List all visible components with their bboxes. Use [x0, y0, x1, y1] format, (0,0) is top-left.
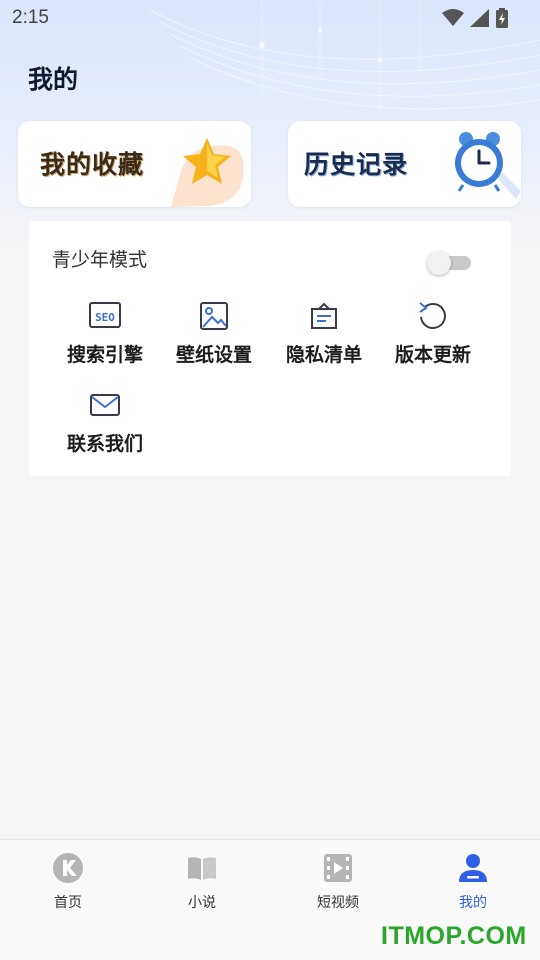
status-bar: 2:15 [0, 0, 540, 36]
seo-icon: SEO [89, 302, 121, 328]
battery-icon [496, 8, 508, 28]
settings-panel: 青少年模式 SEO 搜索引擎 壁纸设置 隐私清单 版本更新 联系我们 [29, 221, 511, 476]
nav-label: 我的 [459, 895, 487, 911]
version-update-button[interactable]: 版本更新 [378, 300, 488, 367]
grid-label: 版本更新 [394, 344, 471, 366]
video-icon [324, 854, 352, 882]
user-icon [459, 854, 487, 882]
alarm-clock-icon [455, 132, 521, 199]
book-icon [188, 857, 216, 880]
nav-mine[interactable]: 我的 [418, 852, 528, 912]
status-time: 2:15 [12, 7, 49, 28]
refresh-icon [419, 302, 446, 329]
nav-label: 首页 [54, 895, 82, 911]
page-title: 我的 [28, 65, 79, 94]
home-k-icon [53, 853, 83, 883]
grid-label: 联系我们 [66, 433, 143, 455]
star-icon [171, 138, 244, 207]
nav-short-video[interactable]: 短视频 [283, 852, 393, 912]
seo-text: SEO [95, 311, 115, 324]
cellular-signal-icon [470, 9, 489, 27]
wallpaper-settings-button[interactable]: 壁纸设置 [159, 300, 269, 367]
image-icon [200, 302, 228, 330]
status-icons [442, 8, 508, 28]
search-engine-button[interactable]: SEO 搜索引擎 [50, 300, 160, 367]
watermark: ITMOP.COM [381, 922, 527, 950]
privacy-list-icon [311, 302, 337, 329]
nav-novel[interactable]: 小说 [147, 852, 257, 912]
privacy-list-button[interactable]: 隐私清单 [269, 300, 379, 367]
nav-label: 短视频 [317, 895, 359, 911]
grid-label: 搜索引擎 [66, 344, 143, 366]
grid-label: 壁纸设置 [175, 344, 252, 366]
history-card[interactable]: 历史记录 [288, 121, 521, 207]
grid-label: 隐私清单 [285, 344, 362, 366]
nav-home[interactable]: 首页 [13, 852, 123, 912]
toggle-knob [427, 251, 451, 275]
contact-us-button[interactable]: 联系我们 [50, 389, 160, 456]
favorites-label: 我的收藏 [40, 150, 145, 179]
history-label: 历史记录 [304, 150, 409, 179]
favorites-card[interactable]: 我的收藏 [18, 121, 251, 207]
mail-icon [90, 394, 120, 416]
nav-label: 小说 [188, 895, 216, 911]
teen-mode-label: 青少年模式 [52, 249, 148, 271]
wifi-icon [442, 9, 464, 26]
teen-mode-toggle[interactable] [427, 251, 473, 275]
